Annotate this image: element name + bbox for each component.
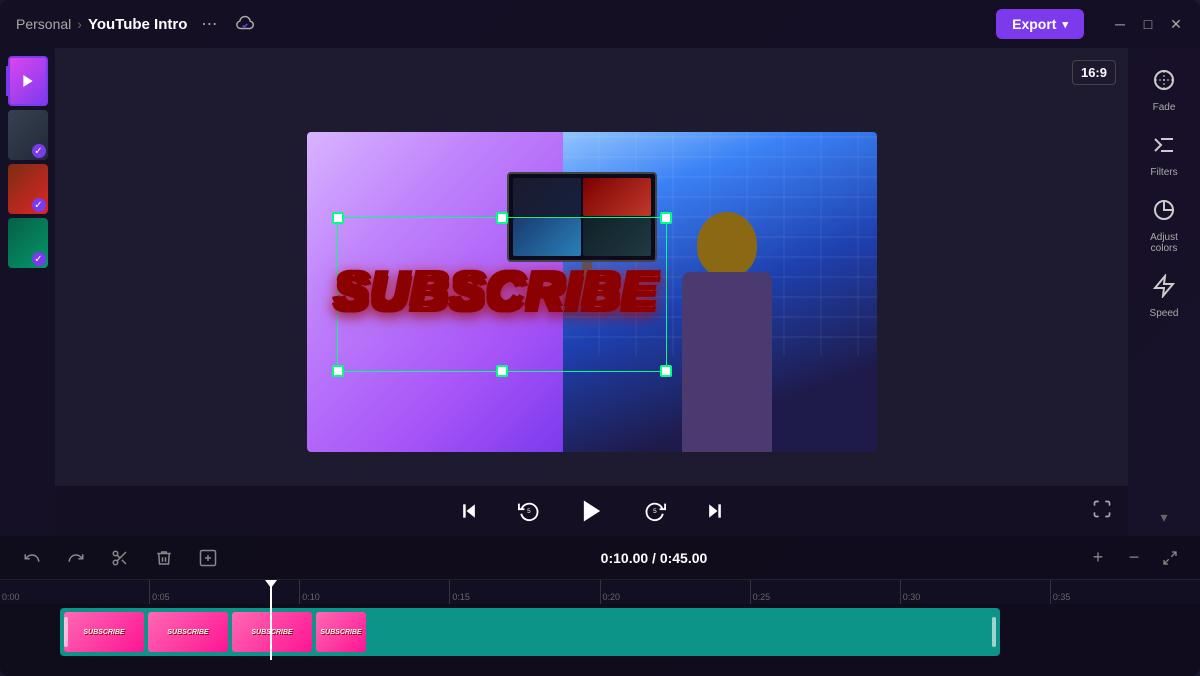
ruler-0:00: 0:00 bbox=[0, 580, 150, 604]
aspect-ratio-badge[interactable]: 16:9 bbox=[1072, 60, 1116, 85]
zoom-out-button[interactable]: − bbox=[1120, 544, 1148, 572]
thumb-check-4: ✓ bbox=[32, 252, 46, 266]
right-sidebar-scroll-down[interactable]: ▾ bbox=[1160, 509, 1167, 526]
playhead-ruler[interactable] bbox=[270, 580, 272, 604]
redo-button[interactable] bbox=[60, 542, 92, 574]
ruler-0:20: 0:20 bbox=[601, 580, 751, 604]
title-bar: Personal › YouTube Intro ⋯ Export ▾ ─ □ … bbox=[0, 0, 1200, 48]
clip-drag-left[interactable] bbox=[64, 617, 68, 647]
forward-5s-button[interactable]: 5 bbox=[637, 493, 673, 529]
handle-top-right[interactable] bbox=[660, 212, 672, 224]
ruler-0:10: 0:10 bbox=[300, 580, 450, 604]
handle-top-left[interactable] bbox=[332, 212, 344, 224]
breadcrumb: Personal › YouTube Intro bbox=[16, 16, 187, 33]
speed-label: Speed bbox=[1150, 308, 1179, 319]
clip-drag-right[interactable] bbox=[992, 617, 996, 647]
handle-bottom-left[interactable] bbox=[332, 365, 344, 377]
media-thumbnail-4[interactable]: ✓ bbox=[8, 218, 48, 268]
time-display: 0:10.00 / 0:45.00 bbox=[236, 550, 1072, 566]
adjust-colors-tool[interactable]: Adjust colors bbox=[1134, 190, 1194, 262]
media-thumbnail-2[interactable]: ✓ bbox=[8, 110, 48, 160]
speed-tool[interactable]: Speed bbox=[1134, 266, 1194, 327]
project-options-button[interactable]: ⋯ bbox=[195, 10, 223, 38]
delete-button[interactable] bbox=[148, 542, 180, 574]
zoom-controls: + − bbox=[1084, 544, 1184, 572]
ruler-0:30: 0:30 bbox=[901, 580, 1051, 604]
ruler-0:05: 0:05 bbox=[150, 580, 300, 604]
filters-icon bbox=[1152, 133, 1176, 163]
project-title[interactable]: YouTube Intro bbox=[88, 16, 187, 33]
ruler-0:35: 0:35 bbox=[1051, 580, 1200, 604]
clip-thumb-3: SUBSCRIBE bbox=[232, 612, 312, 652]
video-preview[interactable]: SUBSCRIBE bbox=[307, 132, 877, 452]
expand-timeline-button[interactable] bbox=[1156, 544, 1184, 572]
play-pause-button[interactable] bbox=[571, 490, 613, 532]
handle-bottom-right[interactable] bbox=[660, 365, 672, 377]
handle-top-mid[interactable] bbox=[496, 212, 508, 224]
export-chevron-icon: ▾ bbox=[1062, 18, 1068, 31]
breadcrumb-separator: › bbox=[77, 16, 82, 32]
title-bar-left: Personal › YouTube Intro ⋯ bbox=[16, 10, 259, 38]
skip-to-start-button[interactable] bbox=[451, 493, 487, 529]
fullscreen-button[interactable] bbox=[1092, 499, 1112, 524]
add-clip-button[interactable] bbox=[192, 542, 224, 574]
cloud-sync-icon[interactable] bbox=[231, 10, 259, 38]
window-controls: ─ □ ✕ bbox=[1112, 16, 1184, 32]
app-window: Personal › YouTube Intro ⋯ Export ▾ ─ □ … bbox=[0, 0, 1200, 676]
canvas-area: 16:9 bbox=[55, 48, 1128, 536]
subscribe-text: SUBSCRIBE bbox=[347, 237, 647, 347]
filters-label: Filters bbox=[1150, 167, 1177, 178]
right-sidebar: Fade Filters Adjust colors bbox=[1128, 48, 1200, 536]
minimize-button[interactable]: ─ bbox=[1112, 16, 1128, 32]
clip-thumb-4: SUBSCRIBE bbox=[316, 612, 366, 652]
clip-thumb-1: SUBSCRIBE bbox=[64, 612, 144, 652]
playhead-triangle bbox=[265, 580, 277, 588]
timeline-ruler[interactable]: 0:00 0:05 0:10 0:15 0:20 0:25 0: bbox=[0, 580, 1200, 604]
track-row-1: SUBSCRIBE SUBSCRIBE SUBSCRIBE SUBSCRIBE bbox=[0, 604, 1200, 660]
fade-tool[interactable]: Fade bbox=[1134, 60, 1194, 121]
speed-icon bbox=[1152, 274, 1176, 304]
timeline-area: 0:10.00 / 0:45.00 + − 0:00 0:05 bbox=[0, 536, 1200, 676]
maximize-button[interactable]: □ bbox=[1140, 16, 1156, 32]
adjust-colors-icon bbox=[1152, 198, 1176, 228]
ruler-marks: 0:00 0:05 0:10 0:15 0:20 0:25 0: bbox=[0, 580, 1200, 604]
subscribe-text-element[interactable]: SUBSCRIBE bbox=[337, 217, 667, 372]
monitor-cell-1 bbox=[513, 178, 581, 216]
clip-thumb-2: SUBSCRIBE bbox=[148, 612, 228, 652]
timeline-toolbar: 0:10.00 / 0:45.00 + − bbox=[0, 536, 1200, 580]
undo-button[interactable] bbox=[16, 542, 48, 574]
person-body bbox=[682, 272, 772, 452]
subscribe-label: SUBSCRIBE bbox=[334, 262, 658, 322]
thumb-check-3: ✓ bbox=[32, 198, 46, 212]
media-thumbnail-3[interactable]: ✓ bbox=[8, 164, 48, 214]
ruler-0:25: 0:25 bbox=[751, 580, 901, 604]
thumb-check-2: ✓ bbox=[32, 144, 46, 158]
title-bar-right: Export ▾ ─ □ ✕ bbox=[996, 9, 1184, 39]
media-thumbnail-1[interactable] bbox=[8, 56, 48, 106]
ruler-0:15: 0:15 bbox=[450, 580, 600, 604]
timeline-tracks: SUBSCRIBE SUBSCRIBE SUBSCRIBE SUBSCRIBE bbox=[0, 604, 1200, 660]
person-head bbox=[697, 212, 757, 277]
svg-text:5: 5 bbox=[653, 508, 657, 515]
adjust-colors-label: Adjust colors bbox=[1138, 232, 1190, 254]
filters-tool[interactable]: Filters bbox=[1134, 125, 1194, 186]
handle-bottom-mid[interactable] bbox=[496, 365, 508, 377]
breadcrumb-personal[interactable]: Personal bbox=[16, 16, 71, 32]
skip-to-end-button[interactable] bbox=[697, 493, 733, 529]
close-button[interactable]: ✕ bbox=[1168, 16, 1184, 32]
export-button[interactable]: Export ▾ bbox=[996, 9, 1084, 39]
rewind-5s-button[interactable]: 5 bbox=[511, 493, 547, 529]
timeline-clip[interactable]: SUBSCRIBE SUBSCRIBE SUBSCRIBE SUBSCRIBE bbox=[60, 608, 1000, 656]
svg-text:5: 5 bbox=[527, 508, 531, 515]
fade-icon bbox=[1152, 68, 1176, 98]
playback-bar: 5 5 bbox=[55, 486, 1128, 536]
zoom-in-button[interactable]: + bbox=[1084, 544, 1112, 572]
fade-label: Fade bbox=[1153, 102, 1176, 113]
cut-button[interactable] bbox=[104, 542, 136, 574]
